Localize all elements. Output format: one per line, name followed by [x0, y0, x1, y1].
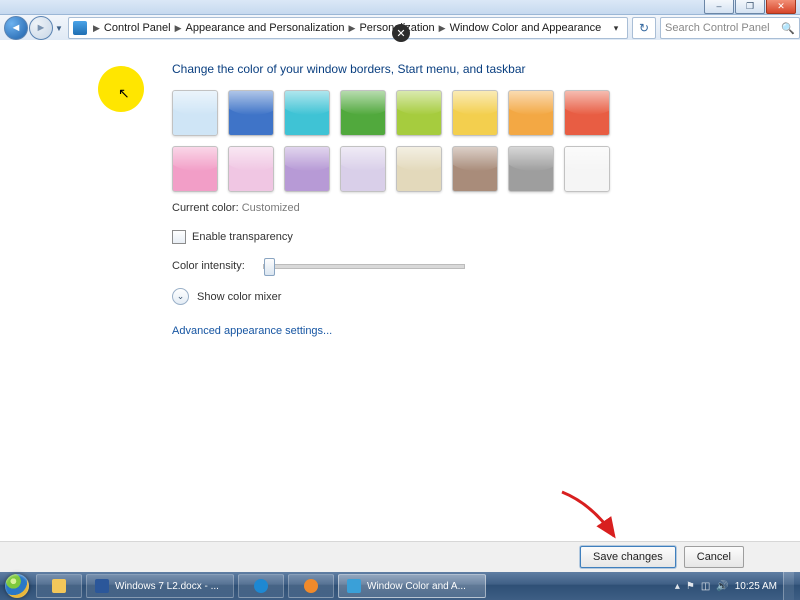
chevron-right-icon: ▶ [349, 23, 356, 34]
save-button[interactable]: Save changes [580, 546, 676, 568]
clock[interactable]: 10:25 AM [735, 581, 777, 592]
window-maximize-button[interactable]: ❐ [735, 0, 765, 14]
search-icon: 🔍 [781, 22, 795, 35]
taskbar-pin-ie[interactable] [238, 574, 284, 598]
start-button[interactable] [0, 572, 34, 600]
color-swatch[interactable] [452, 146, 498, 192]
color-swatch[interactable] [228, 90, 274, 136]
breadcrumb[interactable]: ▶ Control Panel ▶ Appearance and Persona… [68, 17, 628, 39]
taskbar: Windows 7 L2.docx - ... Window Color and… [0, 572, 800, 600]
taskbar-item-label: Window Color and A... [367, 581, 466, 592]
intensity-row: Color intensity: [172, 260, 800, 272]
advanced-settings-link[interactable]: Advanced appearance settings... [172, 325, 800, 337]
window-minimize-button[interactable]: – [704, 0, 734, 14]
color-swatch[interactable] [340, 146, 386, 192]
personalization-icon [347, 579, 361, 593]
color-swatch[interactable] [564, 90, 610, 136]
window-titlebar: – ❐ ✕ [0, 0, 800, 15]
search-input[interactable]: Search Control Panel 🔍 [660, 17, 800, 39]
content-area: Change the color of your window borders,… [0, 40, 800, 542]
breadcrumb-item[interactable]: Window Color and Appearance [450, 22, 602, 34]
color-swatch[interactable] [340, 90, 386, 136]
chevron-right-icon: ▶ [175, 23, 182, 34]
flag-icon[interactable]: ⚑ [686, 581, 695, 592]
color-swatch[interactable] [172, 146, 218, 192]
page-title: Change the color of your window borders,… [172, 62, 800, 76]
ie-icon [254, 579, 268, 593]
intensity-label: Color intensity: [172, 260, 245, 272]
chevron-right-icon: ▶ [439, 23, 446, 34]
color-swatch[interactable] [284, 146, 330, 192]
taskbar-item-personalization[interactable]: Window Color and A... [338, 574, 486, 598]
color-swatch[interactable] [172, 90, 218, 136]
breadcrumb-item[interactable]: Appearance and Personalization [186, 22, 345, 34]
color-swatch[interactable] [396, 146, 442, 192]
word-icon [95, 579, 109, 593]
taskbar-pin-explorer[interactable] [36, 574, 82, 598]
search-placeholder: Search Control Panel [665, 22, 770, 34]
taskbar-item-label: Windows 7 L2.docx - ... [115, 581, 219, 592]
color-mixer-row[interactable]: ⌄ Show color mixer [172, 288, 800, 305]
windows-orb-icon [5, 574, 29, 598]
mouse-cursor-icon: ↖ [118, 85, 130, 102]
nav-forward-button[interactable]: ► [29, 16, 53, 40]
current-color-label: Current color: Customized [172, 202, 800, 214]
transparency-label: Enable transparency [192, 231, 293, 243]
window-close-button[interactable]: ✕ [766, 0, 796, 14]
show-desktop-button[interactable] [783, 572, 794, 600]
refresh-button[interactable]: ↻ [632, 17, 656, 39]
system-tray: ▴ ⚑ ◫ 🔊 10:25 AM [675, 572, 800, 600]
color-mixer-label: Show color mixer [197, 291, 281, 303]
breadcrumb-dropdown[interactable]: ▾ [609, 23, 623, 34]
color-swatch-row [172, 146, 800, 192]
volume-icon[interactable]: 🔊 [716, 581, 728, 592]
network-icon[interactable]: ◫ [701, 581, 710, 592]
chevron-down-icon[interactable]: ⌄ [172, 288, 189, 305]
color-swatch[interactable] [508, 90, 554, 136]
color-swatch[interactable] [564, 146, 610, 192]
nav-history-dropdown[interactable]: ▼ [54, 24, 64, 33]
slider-thumb[interactable] [264, 258, 275, 276]
color-swatch[interactable] [452, 90, 498, 136]
command-bar: Save changes Cancel [0, 541, 800, 572]
breadcrumb-item[interactable]: Control Panel [104, 22, 171, 34]
current-color-value: Customized [242, 202, 300, 214]
overlay-close-icon[interactable]: ✕ [392, 24, 410, 42]
tray-chevron-icon[interactable]: ▴ [675, 581, 680, 592]
intensity-slider[interactable] [263, 264, 465, 269]
color-swatch[interactable] [284, 90, 330, 136]
folder-icon [52, 579, 66, 593]
wmp-icon [304, 579, 318, 593]
transparency-row: Enable transparency [172, 230, 800, 244]
cancel-button[interactable]: Cancel [684, 546, 744, 568]
taskbar-item-word[interactable]: Windows 7 L2.docx - ... [86, 574, 234, 598]
transparency-checkbox[interactable] [172, 230, 186, 244]
color-swatch[interactable] [396, 90, 442, 136]
color-swatch[interactable] [508, 146, 554, 192]
nav-back-button[interactable]: ◄ [4, 16, 28, 40]
taskbar-pin-wmp[interactable] [288, 574, 334, 598]
color-swatch[interactable] [228, 146, 274, 192]
control-panel-icon [73, 21, 87, 35]
color-swatch-row [172, 90, 800, 136]
chevron-right-icon: ▶ [93, 23, 100, 34]
